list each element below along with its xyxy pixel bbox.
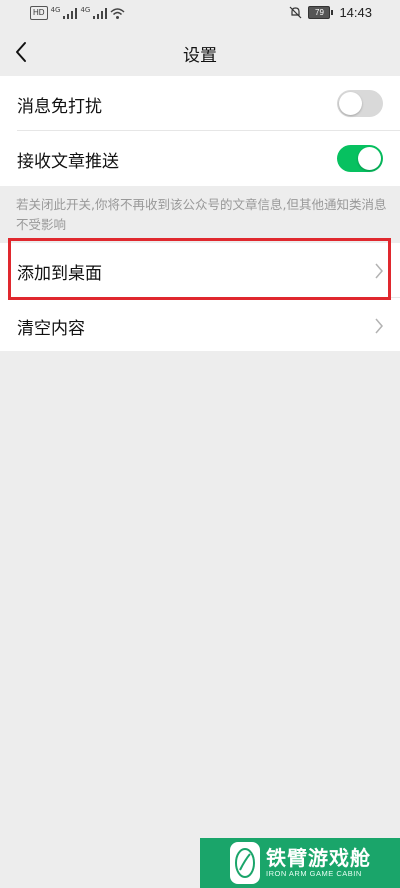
clock: 14:43 <box>339 5 372 20</box>
network-type-2: 4G <box>80 6 91 14</box>
watermark-title: 铁臂游戏舱 <box>266 846 371 870</box>
settings-group-notifications: 消息免打扰 接收文章推送 <box>0 76 400 186</box>
mute-bell-icon <box>290 6 302 19</box>
page-title: 设置 <box>183 46 217 66</box>
hd-icon: HD <box>30 6 48 20</box>
watermark-logo-icon <box>230 842 260 884</box>
signal-icon <box>93 7 108 19</box>
setting-row-receive-articles[interactable]: 接收文章推送 <box>0 131 400 186</box>
signal-icon <box>63 7 78 19</box>
highlight-box <box>8 238 391 300</box>
setting-label: 消息免打扰 <box>17 97 102 117</box>
network-type-1: 4G <box>50 6 61 14</box>
status-left: HD 4G 4G <box>30 6 125 20</box>
wifi-icon <box>110 7 125 19</box>
do-not-disturb-toggle[interactable] <box>337 90 383 117</box>
hint-text: 若关闭此开关,你将不再收到该公众号的文章信息,但其他通知类消息不受影响 <box>16 197 387 232</box>
navigation-bar: 设置 <box>0 28 400 76</box>
battery-icon: 79 <box>308 6 334 19</box>
status-right: 79 14:43 <box>289 5 372 20</box>
watermark-subtitle: IRON ARM GAME CABIN <box>266 869 362 878</box>
setting-row-do-not-disturb[interactable]: 消息免打扰 <box>0 76 400 131</box>
watermark-badge: 铁臂游戏舱 IRON ARM GAME CABIN <box>200 838 400 888</box>
status-bar: HD 4G 4G 79 14:43 <box>0 0 400 28</box>
setting-row-clear-content[interactable]: 清空内容 <box>0 298 400 353</box>
receive-articles-toggle[interactable] <box>337 145 383 172</box>
battery-level: 79 <box>308 6 331 19</box>
chevron-right-icon <box>375 318 383 334</box>
setting-label: 清空内容 <box>17 319 85 339</box>
setting-label: 接收文章推送 <box>17 152 119 172</box>
